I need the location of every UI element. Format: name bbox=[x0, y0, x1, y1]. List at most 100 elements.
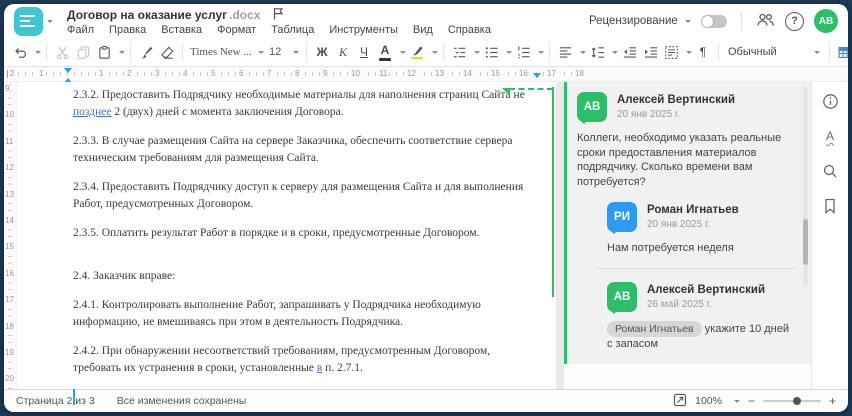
p1-text-end: 2 (двух) дней с момента заключения Догов… bbox=[111, 106, 344, 118]
multilevel-list-button[interactable] bbox=[449, 40, 469, 64]
collaboration-users-icon[interactable] bbox=[756, 12, 775, 31]
review-toggle[interactable] bbox=[701, 14, 727, 28]
paragraph-settings-button[interactable] bbox=[661, 40, 681, 64]
clear-style-button[interactable] bbox=[157, 40, 177, 64]
bullet-list-caret-icon[interactable] bbox=[506, 51, 512, 57]
copy-button[interactable] bbox=[73, 40, 93, 64]
undo-caret-icon[interactable] bbox=[35, 51, 41, 57]
comment-date: 20 янв 2025 г. bbox=[617, 109, 681, 120]
menu-format[interactable]: Формат bbox=[217, 24, 256, 36]
menu-help[interactable]: Справка bbox=[448, 24, 491, 36]
line-spacing-caret-icon[interactable] bbox=[612, 51, 618, 57]
help-icon[interactable]: ? bbox=[785, 11, 804, 31]
menu-table[interactable]: Таблица bbox=[271, 24, 314, 36]
font-color-caret-icon[interactable] bbox=[400, 51, 406, 57]
comment-author-name: Алексей Вертинский bbox=[617, 94, 736, 106]
reply-text: Нам потребуется неделя bbox=[607, 242, 734, 254]
insert-table-button[interactable] bbox=[835, 40, 848, 64]
p7-text-end: п. 2.7.1. bbox=[322, 362, 363, 374]
logo-dropdown-caret-icon[interactable] bbox=[47, 20, 53, 26]
document-title: Договор на оказание услуг bbox=[67, 7, 228, 22]
zoom-caret-icon[interactable] bbox=[733, 400, 740, 406]
zoom-slider[interactable] bbox=[762, 397, 821, 405]
flag-icon[interactable] bbox=[272, 7, 284, 23]
review-mode-dropdown[interactable]: Рецензирование bbox=[589, 15, 691, 27]
show-paragraph-marks-button[interactable]: ¶ bbox=[693, 40, 713, 64]
align-left-button[interactable] bbox=[555, 40, 575, 64]
italic-button[interactable]: К bbox=[333, 40, 353, 64]
spellcheck-icon[interactable]: А bbox=[819, 125, 841, 147]
zoom-value[interactable]: 100% bbox=[695, 395, 722, 407]
font-color-glyph: А bbox=[380, 43, 390, 58]
numbered-list-caret-icon[interactable] bbox=[538, 51, 544, 57]
font-size-value: 12 bbox=[269, 46, 282, 58]
comment-anchor-line bbox=[552, 87, 554, 297]
reply-author-name: Роман Игнатьев bbox=[647, 204, 739, 216]
paragraph-2-4-1[interactable]: 2.4.1. Контролировать выполнение Работ, … bbox=[73, 297, 539, 331]
comment-reply[interactable]: РИ Роман Игнатьев 20 янв 2025 г. Нам пот… bbox=[607, 202, 797, 256]
mention-chip[interactable]: Роман Игнатьев bbox=[607, 320, 702, 337]
document-page[interactable]: 2.3.2. Предоставить Подрядчику необходим… bbox=[17, 82, 556, 405]
bold-button[interactable]: Ж bbox=[312, 40, 332, 64]
highlight-color-button[interactable] bbox=[407, 40, 427, 64]
comment-text: Коллеги, необходимо указать реальные сро… bbox=[577, 132, 782, 188]
paragraph-2-3-3[interactable]: 2.3.3. В случае размещения Сайта на серв… bbox=[73, 133, 539, 167]
menu-edit[interactable]: Правка bbox=[109, 24, 146, 36]
header-divider bbox=[741, 12, 742, 30]
menu-file[interactable]: Файл bbox=[67, 24, 94, 36]
paragraph-2-3-5[interactable]: 2.3.5. Оплатить результат Работ в порядк… bbox=[73, 225, 539, 242]
paragraph-2-4-2[interactable]: 2.4.2. При обнаружении несоответствий тр… bbox=[73, 343, 539, 377]
menu-bar: Файл Правка Вставка Формат Таблица Инстр… bbox=[67, 24, 491, 36]
search-icon[interactable] bbox=[819, 160, 841, 182]
highlight-caret-icon[interactable] bbox=[432, 51, 438, 57]
right-sidebar: А bbox=[811, 82, 848, 389]
menu-view[interactable]: Вид bbox=[413, 24, 433, 36]
cut-button[interactable] bbox=[52, 40, 72, 64]
document-info-icon[interactable] bbox=[819, 90, 841, 112]
font-color-button[interactable]: А bbox=[375, 40, 395, 64]
fit-width-icon[interactable] bbox=[673, 393, 687, 410]
comment-reply[interactable]: АВ Алексей Вертинский 26 май 2025 г. Ром… bbox=[607, 281, 797, 352]
paragraph-2-3-2[interactable]: 2.3.2. Предоставить Подрядчику необходим… bbox=[73, 87, 539, 121]
comment-anchor-arrow-icon bbox=[502, 88, 510, 96]
paragraph-2-4[interactable]: 2.4. Заказчик вправе: bbox=[73, 268, 539, 285]
paragraph-2-3-4[interactable]: 2.3.4. Предоставить Подрядчику доступ к … bbox=[73, 179, 539, 213]
font-name-select[interactable]: Times New ... bbox=[188, 42, 266, 62]
app-logo-icon[interactable] bbox=[14, 6, 43, 36]
user-avatar[interactable]: АВ bbox=[814, 9, 838, 33]
font-size-select[interactable]: 12 bbox=[267, 42, 301, 62]
reply-divider bbox=[595, 267, 797, 269]
vertical-ruler: 9 10 11 12 13 14 15 16 17 18 19 20 bbox=[4, 82, 17, 389]
font-name-caret-icon bbox=[258, 51, 264, 57]
right-indent-marker[interactable] bbox=[533, 73, 541, 82]
bullet-list-button[interactable] bbox=[481, 40, 501, 64]
align-caret-icon[interactable] bbox=[580, 51, 586, 57]
decrease-indent-button[interactable] bbox=[619, 40, 639, 64]
paragraph-style-select[interactable]: Обычный bbox=[724, 42, 824, 62]
zoom-slider-thumb[interactable] bbox=[792, 397, 801, 405]
increase-indent-button[interactable] bbox=[640, 40, 660, 64]
review-caret-icon bbox=[685, 19, 691, 26]
undo-button[interactable] bbox=[10, 40, 30, 64]
comments-panel: АВ Алексей Вертинский 20 янв 2025 г. Кол… bbox=[564, 82, 811, 389]
comment-thread-card[interactable]: АВ Алексей Вертинский 20 янв 2025 г. Кол… bbox=[564, 82, 811, 364]
document-text[interactable]: 2.3.2. Предоставить Подрядчику необходим… bbox=[73, 87, 539, 405]
multilevel-list-caret-icon[interactable] bbox=[474, 51, 480, 57]
paste-caret-icon[interactable] bbox=[119, 51, 125, 57]
paragraph-settings-caret-icon[interactable] bbox=[686, 51, 692, 57]
format-painter-button[interactable] bbox=[136, 40, 156, 64]
underline-button[interactable]: Ч bbox=[354, 40, 374, 64]
bookmark-icon[interactable] bbox=[819, 195, 841, 217]
line-spacing-button[interactable] bbox=[587, 40, 607, 64]
numbered-list-button[interactable] bbox=[513, 40, 533, 64]
comments-scrollbar-thumb[interactable] bbox=[803, 219, 808, 265]
formatting-toolbar: Times New ... 12 Ж К Ч А ¶ Обычный bbox=[4, 38, 848, 67]
paste-button[interactable] bbox=[94, 40, 114, 64]
app-window: Договор на оказание услуг .docx Файл Пра… bbox=[4, 4, 848, 412]
zoom-in-button[interactable]: + bbox=[829, 394, 836, 408]
zoom-out-button[interactable]: − bbox=[748, 394, 755, 408]
menu-insert[interactable]: Вставка bbox=[161, 24, 202, 36]
menu-tools[interactable]: Инструменты bbox=[329, 24, 398, 36]
reply-text: Роман Игнатьев укажите 10 дней с запасом bbox=[607, 320, 797, 352]
paragraph-style-caret-icon bbox=[814, 51, 820, 57]
